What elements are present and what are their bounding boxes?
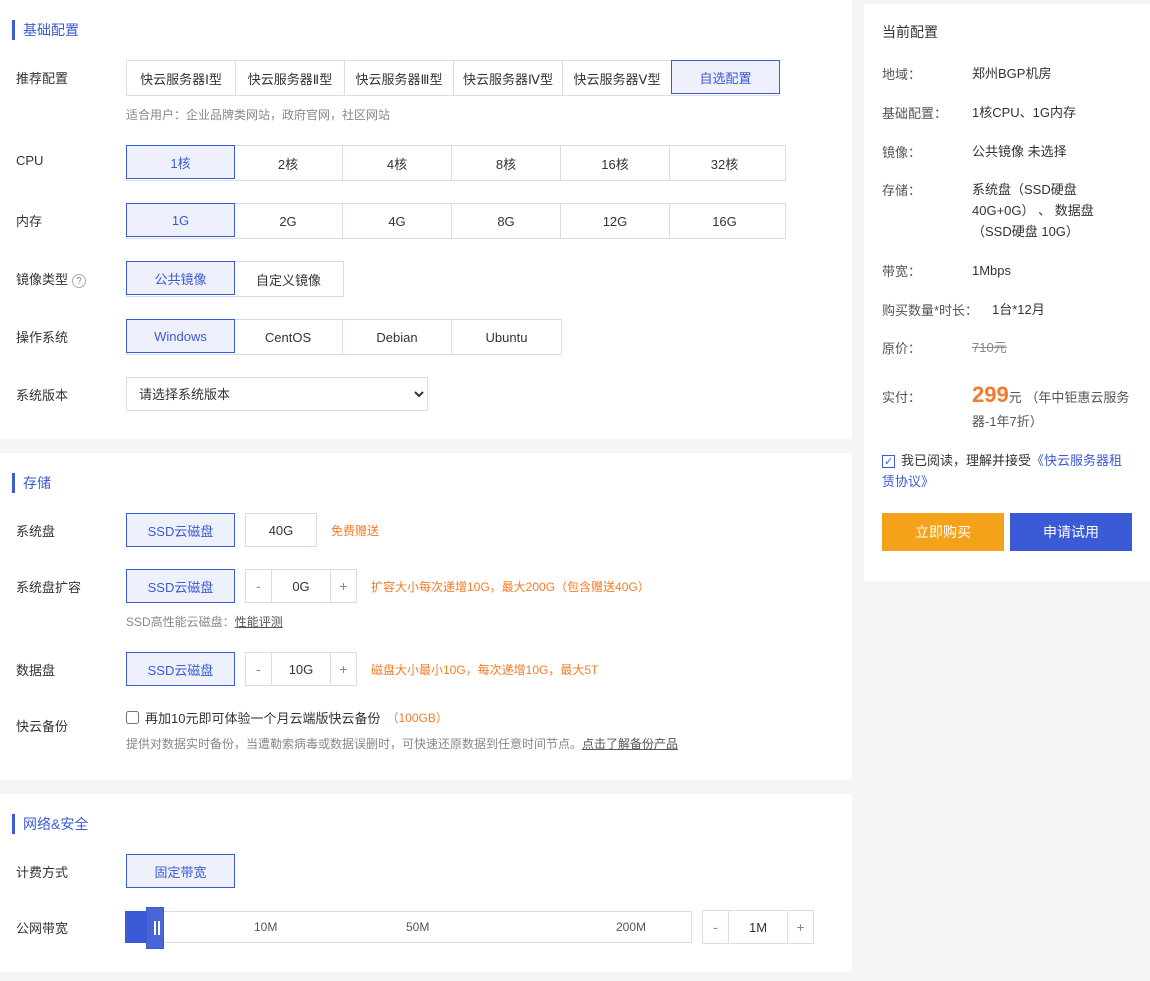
cpu-opt-8[interactable]: 8核 [452,146,561,180]
label-os: 操作系统 [16,319,126,346]
perf-link[interactable]: 性能评测 [235,615,283,629]
backup-checkbox[interactable] [126,711,139,724]
bw-tick-200m: 200M [616,920,646,934]
bandwidth-slider[interactable]: 10M 50M 200M [126,911,692,943]
datadisk-type-ssd[interactable]: SSD云磁盘 [126,652,235,686]
summary-panel: 当前配置 地域：郑州BGP机房 基础配置：1核CPU、1G内存 镜像：公共镜像 … [864,4,1150,581]
sysdisk-gift: 免费赠送 [331,522,379,539]
sum-qty-label: 购买数量*时长： [882,300,992,321]
backup-learn-link[interactable]: 点击了解备份产品 [582,737,678,751]
datadisk-stepper: - + [245,652,357,686]
system-version-select[interactable]: 请选择系统版本 [126,377,428,411]
label-sysdisk: 系统盘 [16,513,126,540]
sysdisk-type-ssd[interactable]: SSD云磁盘 [126,513,235,547]
expand-type-ssd[interactable]: SSD云磁盘 [126,569,235,603]
label-bandwidth: 公网带宽 [16,910,126,937]
sum-basic-val: 1核CPU、1G内存 [972,103,1132,124]
recommended-options: 快云服务器Ⅰ型 快云服务器Ⅱ型 快云服务器Ⅲ型 快云服务器Ⅳ型 快云服务器Ⅴ型 … [126,60,780,96]
expand-input[interactable] [272,570,330,602]
rec-opt-4[interactable]: 快云服务器Ⅳ型 [454,61,563,95]
section-title-basic: 基础配置 [12,20,842,40]
expand-stepper: - + [245,569,357,603]
summary-title: 当前配置 [882,22,1132,42]
sum-origin-label: 原价： [882,338,972,359]
sum-qty-val: 1台*12月 [992,300,1132,321]
rec-opt-3[interactable]: 快云服务器Ⅲ型 [345,61,454,95]
label-image-type: 镜像类型? [16,261,126,288]
bw-tick-10m: 10M [254,920,277,934]
datadisk-hint: 磁盘大小最小10G，每次递增10G，最大5T [371,661,598,678]
mem-opt-4g[interactable]: 4G [343,204,452,238]
cpu-opt-2[interactable]: 2核 [234,146,343,180]
rec-opt-1[interactable]: 快云服务器Ⅰ型 [127,61,236,95]
agree-checkbox[interactable] [882,455,895,468]
buy-now-button[interactable]: 立即购买 [882,513,1004,551]
section-title-storage: 存储 [12,473,842,493]
sum-bw-label: 带宽： [882,261,972,282]
label-datadisk: 数据盘 [16,652,126,679]
sum-region-label: 地域： [882,64,972,85]
apply-trial-button[interactable]: 申请试用 [1010,513,1132,551]
sum-pay-label: 实付： [882,387,972,406]
os-opt-debian[interactable]: Debian [343,320,452,354]
sum-basic-label: 基础配置： [882,103,972,124]
img-opt-custom[interactable]: 自定义镜像 [234,262,343,296]
bw-input[interactable] [729,911,787,943]
sum-storage-val: 系统盘（SSD硬盘 40G+0G） 、 数据盘（SSD硬盘 10G） [972,180,1132,242]
backup-opt-size: （100GB） [386,709,447,726]
rec-opt-5[interactable]: 快云服务器Ⅴ型 [563,61,672,95]
bw-plus-button[interactable]: + [787,911,813,943]
label-sysver: 系统版本 [16,377,126,404]
cpu-opt-32[interactable]: 32核 [670,146,779,180]
recommended-hint: 适合用户：企业品牌类网站，政府官网，社区网站 [126,106,842,123]
sum-image-label: 镜像： [882,142,972,163]
billing-fixed[interactable]: 固定带宽 [126,854,235,888]
rec-opt-custom[interactable]: 自选配置 [671,60,780,94]
section-title-network: 网络&安全 [12,814,842,834]
cpu-opt-1[interactable]: 1核 [126,145,235,179]
slider-handle[interactable] [146,907,164,949]
agree-line: 我已阅读，理解并接受《快云服务器租赁协议》 [882,451,1132,493]
bandwidth-stepper: - + [702,910,814,944]
sum-storage-label: 存储： [882,180,972,242]
label-memory: 内存 [16,203,126,230]
sum-origin-val: 710元 [972,338,1132,359]
sysdisk-size-box: 40G [245,513,317,547]
mem-opt-8g[interactable]: 8G [452,204,561,238]
label-cpu: CPU [16,145,126,168]
expand-plus-button[interactable]: + [330,570,356,602]
expand-hint: 扩容大小每次递增10G，最大200G（包含赠送40G） [371,578,650,595]
img-opt-public[interactable]: 公共镜像 [126,261,235,295]
bw-tick-50m: 50M [406,920,429,934]
backup-note: 提供对数据实时备份，当遭勒索病毒或数据误删时，可快速还原数据到任意时间节点。点击… [126,735,842,752]
mem-opt-16g[interactable]: 16G [670,204,779,238]
os-opt-ubuntu[interactable]: Ubuntu [452,320,561,354]
label-billing: 计费方式 [16,854,126,881]
expand-minus-button[interactable]: - [246,570,272,602]
label-expand: 系统盘扩容 [16,569,126,596]
mem-opt-1g[interactable]: 1G [126,203,235,237]
ssd-perf-note: SSD高性能云磁盘：性能评测 [126,613,842,630]
sum-region-val: 郑州BGP机房 [972,64,1132,85]
sum-image-val: 公共镜像 未选择 [972,142,1132,163]
datadisk-input[interactable] [272,653,330,685]
os-opt-windows[interactable]: Windows [126,319,235,353]
label-backup: 快云备份 [16,708,126,735]
os-opt-centos[interactable]: CentOS [234,320,343,354]
question-icon[interactable]: ? [72,274,86,288]
rec-opt-2[interactable]: 快云服务器Ⅱ型 [236,61,345,95]
bw-minus-button[interactable]: - [703,911,729,943]
mem-opt-12g[interactable]: 12G [561,204,670,238]
backup-opt-text: 再加10元即可体验一个月云端版快云备份 [145,708,380,727]
label-recommended: 推荐配置 [16,60,126,87]
sum-pay-val: 299元 （年中钜惠云服务器-1年7折） [972,377,1132,433]
sum-bw-val: 1Mbps [972,261,1132,282]
datadisk-minus-button[interactable]: - [246,653,272,685]
datadisk-plus-button[interactable]: + [330,653,356,685]
cpu-opt-4[interactable]: 4核 [343,146,452,180]
cpu-opt-16[interactable]: 16核 [561,146,670,180]
mem-opt-2g[interactable]: 2G [234,204,343,238]
